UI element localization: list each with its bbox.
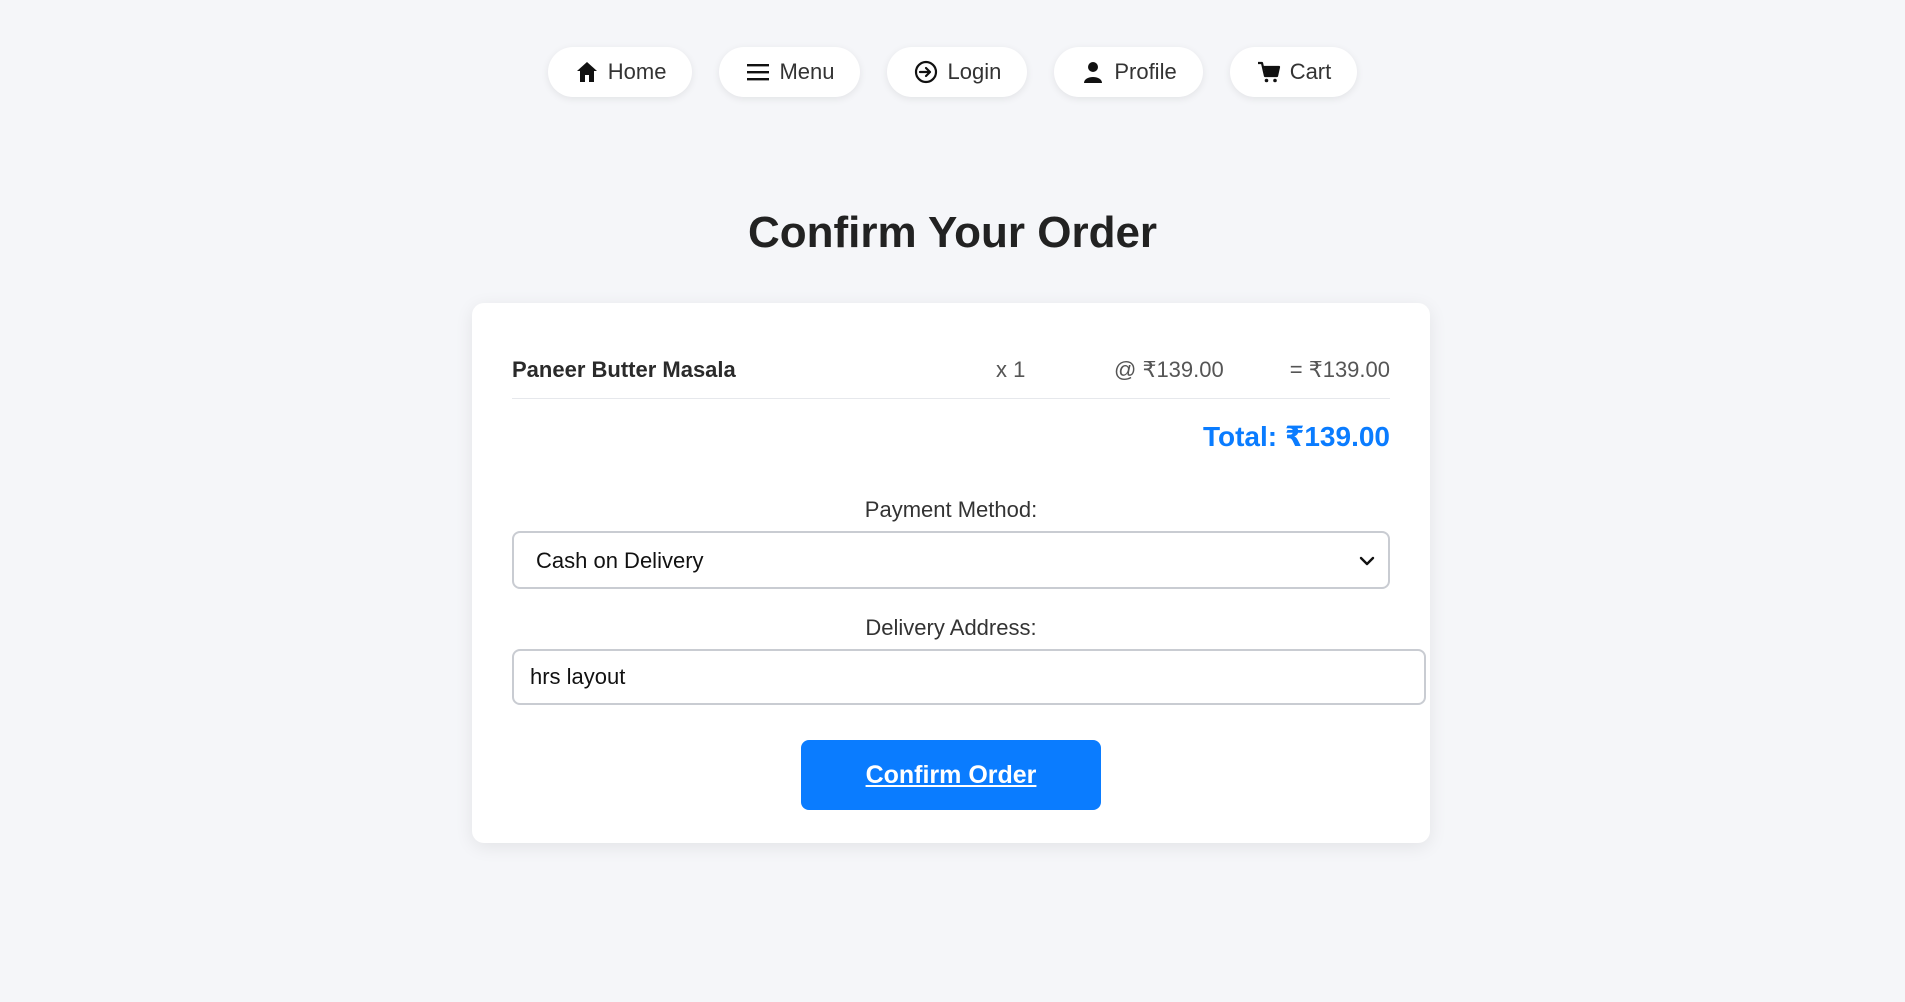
payment-method-label: Payment Method: [864, 497, 1038, 522]
nav-menu-label: Menu [779, 59, 835, 84]
cart-icon [1256, 59, 1282, 85]
nav-menu-button[interactable]: Menu [719, 47, 861, 97]
login-icon [913, 59, 939, 85]
item-unit-price: @ ₹139.00 [1114, 357, 1224, 382]
nav-cart-button[interactable]: Cart [1229, 47, 1358, 97]
delivery-address-input[interactable] [512, 649, 1426, 705]
item-name: Paneer Butter Masala [512, 357, 736, 382]
order-item-row: Paneer Butter Masala x 1 @ ₹139.00 = ₹13… [512, 343, 1390, 399]
order-card: Paneer Butter Masala x 1 @ ₹139.00 = ₹13… [472, 303, 1430, 843]
order-total: Total: ₹139.00 [1202, 421, 1390, 452]
nav-home-button[interactable]: Home [547, 47, 693, 97]
home-icon [574, 59, 600, 85]
page: Home Menu Login Profile Cart Confirm You… [0, 0, 1905, 1002]
page-title: Confirm Your Order [747, 208, 1158, 257]
top-nav: Home Menu Login Profile Cart [0, 47, 1905, 97]
user-icon [1080, 59, 1106, 85]
nav-home-label: Home [607, 59, 667, 84]
nav-cart-label: Cart [1289, 59, 1332, 84]
item-subtotal: = ₹139.00 [1289, 357, 1390, 382]
item-quantity: x 1 [996, 357, 1026, 382]
nav-profile-label: Profile [1114, 59, 1177, 84]
confirm-order-button[interactable]: Confirm Order [801, 740, 1101, 810]
nav-profile-button[interactable]: Profile [1054, 47, 1203, 97]
payment-method-select[interactable]: Cash on Delivery [512, 531, 1390, 589]
nav-login-button[interactable]: Login [887, 47, 1028, 97]
menu-icon [745, 59, 771, 85]
delivery-address-label: Delivery Address: [865, 615, 1037, 640]
nav-login-label: Login [947, 59, 1002, 84]
chevron-down-icon [1358, 552, 1376, 570]
payment-method-value: Cash on Delivery [536, 548, 704, 573]
